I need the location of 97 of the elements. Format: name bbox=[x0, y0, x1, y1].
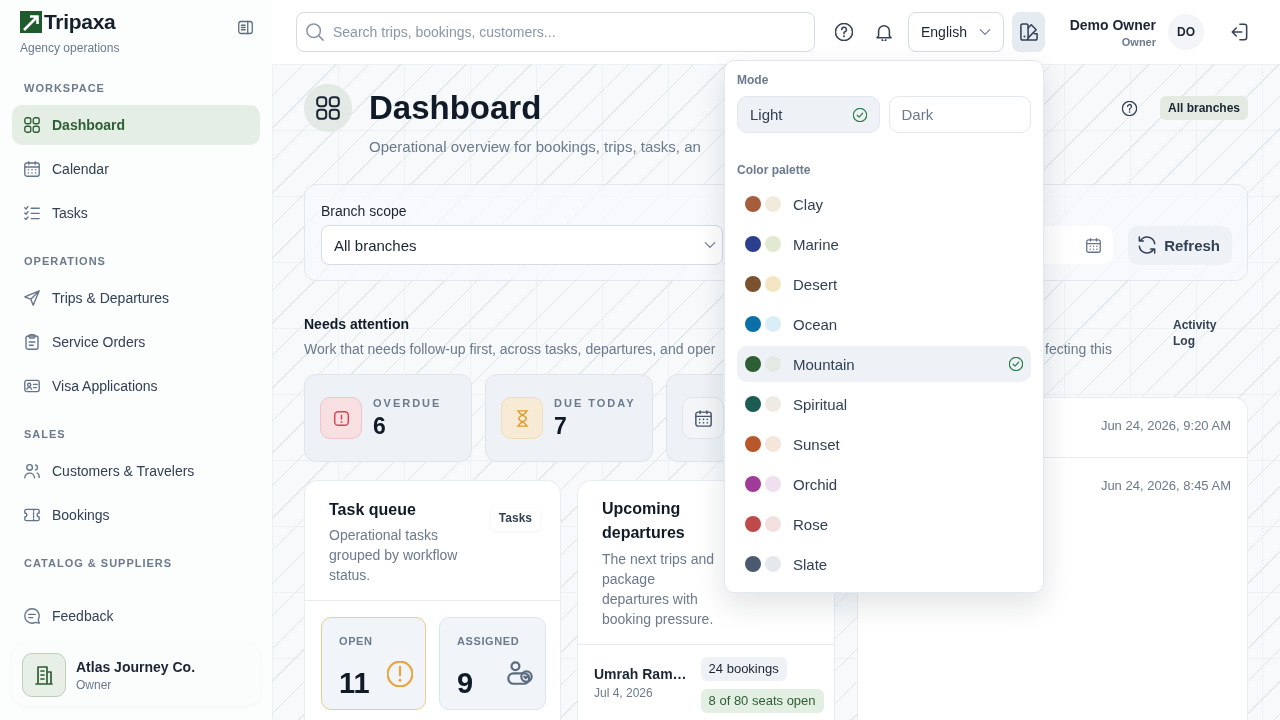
nav-item[interactable]: Tasks bbox=[12, 193, 260, 233]
palette-option[interactable]: Mountain bbox=[737, 346, 1031, 382]
account-role: Owner bbox=[76, 677, 113, 692]
status-value: 9 bbox=[457, 665, 474, 701]
field-label: Branch scope bbox=[321, 202, 407, 220]
toggle-check-icon bbox=[507, 660, 533, 687]
logout-icon[interactable] bbox=[1230, 23, 1248, 41]
seats-badge: 8 of 80 seats open bbox=[700, 689, 824, 713]
chevron-down-icon bbox=[704, 239, 716, 251]
nav-section-title: CATALOG & SUPPLIERS bbox=[23, 556, 174, 570]
section-description: fecting this bbox=[1045, 340, 1112, 359]
activity-time: Jun 24, 2026, 8:45 AM bbox=[1100, 478, 1231, 494]
paper-plane-icon bbox=[24, 290, 40, 306]
brand-tagline: Agency operations bbox=[20, 41, 120, 55]
user-role: Owner bbox=[1121, 35, 1156, 48]
nav-item[interactable]: Visa Applications bbox=[12, 366, 260, 406]
building-icon bbox=[22, 653, 66, 697]
bookings-badge: 24 bookings bbox=[700, 657, 787, 681]
stat-label: OVERDUE bbox=[373, 396, 442, 410]
branch-select[interactable]: All branches bbox=[321, 225, 723, 265]
palette-option[interactable]: Spiritual bbox=[737, 386, 1031, 422]
menu-label: Mode bbox=[737, 72, 769, 88]
page-subtitle: Operational overview for bookings, trips, tasks, an bbox=[369, 137, 701, 157]
alert-icon bbox=[320, 397, 362, 439]
tasks-link[interactable]: Tasks bbox=[490, 505, 540, 531]
palette-option[interactable]: Clay bbox=[737, 186, 1031, 222]
calendar-icon bbox=[1086, 237, 1102, 253]
nav-item[interactable]: Customers & Travelers bbox=[12, 451, 260, 491]
swatch-book-icon bbox=[1019, 23, 1038, 41]
mode-option[interactable]: Light bbox=[737, 96, 880, 133]
checklist-icon bbox=[24, 205, 40, 221]
users-icon bbox=[24, 463, 40, 479]
stat-label: DUE TODAY bbox=[554, 396, 636, 410]
palette-option[interactable]: Rose bbox=[737, 506, 1031, 542]
nav-item[interactable]: Trips & Departures bbox=[12, 278, 260, 318]
palette-option[interactable]: Orchid bbox=[737, 466, 1031, 502]
help-icon[interactable] bbox=[835, 23, 853, 41]
help-icon[interactable] bbox=[1121, 100, 1137, 116]
language-select[interactable]: English bbox=[908, 12, 1004, 52]
nav-item[interactable]: Dashboard bbox=[12, 105, 260, 145]
departure-name: Umrah Ram… bbox=[594, 666, 687, 682]
nav-section-title: OPERATIONS bbox=[23, 254, 107, 268]
grid-icon bbox=[304, 84, 352, 132]
activity-time: Jun 24, 2026, 9:20 AM bbox=[1100, 418, 1231, 434]
status-tile[interactable]: OPEN 11 bbox=[321, 617, 426, 710]
mode-option[interactable]: Dark bbox=[888, 96, 1031, 133]
status-label: ASSIGNED bbox=[457, 634, 520, 648]
card-description: Operational tasks grouped by workflow status. bbox=[329, 526, 459, 585]
brand-name: Tripaxa bbox=[44, 10, 116, 34]
nav-item[interactable]: Calendar bbox=[12, 149, 260, 189]
search-field[interactable]: Search trips, bookings, customers... bbox=[296, 12, 815, 52]
page-title: Dashboard bbox=[369, 88, 542, 128]
user-name: Demo Owner bbox=[1069, 16, 1156, 33]
palette-option[interactable]: Desert bbox=[737, 266, 1031, 302]
departure-date: Jul 4, 2026 bbox=[594, 686, 653, 700]
palette-option[interactable]: Ocean bbox=[737, 306, 1031, 342]
account-name: Atlas Journey Co. bbox=[76, 658, 196, 675]
chevron-down-icon bbox=[979, 26, 991, 38]
section-description: Work that needs follow-up first, across tasks, departures, and oper bbox=[304, 340, 716, 359]
card-title: Task queue bbox=[329, 500, 416, 520]
status-tile[interactable]: ASSIGNED 9 bbox=[439, 617, 546, 710]
nav-item[interactable]: Feedback bbox=[12, 596, 260, 636]
search-icon bbox=[306, 23, 324, 41]
id-card-icon bbox=[24, 378, 40, 394]
calendar-icon bbox=[24, 161, 40, 177]
grid-icon bbox=[24, 117, 40, 133]
palette-option[interactable]: Sunset bbox=[737, 426, 1031, 462]
stat-value: 7 bbox=[554, 413, 567, 440]
ticket-icon bbox=[24, 507, 40, 523]
account-card[interactable]: Atlas Journey Co. Owner bbox=[12, 645, 260, 705]
clipboard-icon bbox=[24, 334, 40, 350]
refresh-button[interactable]: Refresh bbox=[1128, 225, 1232, 265]
user-avatar[interactable]: DO bbox=[1168, 14, 1204, 50]
menu-label: Color palette bbox=[737, 162, 811, 178]
warning-icon bbox=[387, 660, 413, 687]
nav-section-title: SALES bbox=[23, 427, 67, 441]
activity-log-link[interactable]: Activity Log bbox=[1173, 317, 1223, 359]
date-field[interactable] bbox=[1041, 226, 1114, 264]
logo-icon bbox=[20, 11, 42, 33]
nav-item[interactable]: Bookings bbox=[12, 495, 260, 535]
card-description: The next trips and package departures with booking pressure. bbox=[602, 550, 716, 629]
status-label: OPEN bbox=[339, 634, 373, 648]
status-value: 11 bbox=[339, 665, 370, 701]
sidebar-toggle-icon[interactable] bbox=[238, 19, 253, 35]
card-title: Upcoming departures bbox=[602, 499, 686, 543]
bell-icon[interactable] bbox=[875, 23, 893, 41]
theme-button[interactable] bbox=[1012, 12, 1045, 52]
section-title: Needs attention bbox=[304, 315, 409, 333]
palette-option[interactable]: Slate bbox=[737, 546, 1031, 582]
chat-bubble-icon bbox=[24, 608, 40, 624]
nav-section-title: WORKSPACE bbox=[23, 81, 106, 95]
refresh-icon bbox=[1138, 236, 1157, 254]
nav-item[interactable]: Service Orders bbox=[12, 322, 260, 362]
stat-value: 6 bbox=[373, 413, 386, 440]
hourglass-icon bbox=[501, 397, 543, 439]
scope-badge: All branches bbox=[1159, 96, 1248, 120]
palette-option[interactable]: Marine bbox=[737, 226, 1031, 262]
